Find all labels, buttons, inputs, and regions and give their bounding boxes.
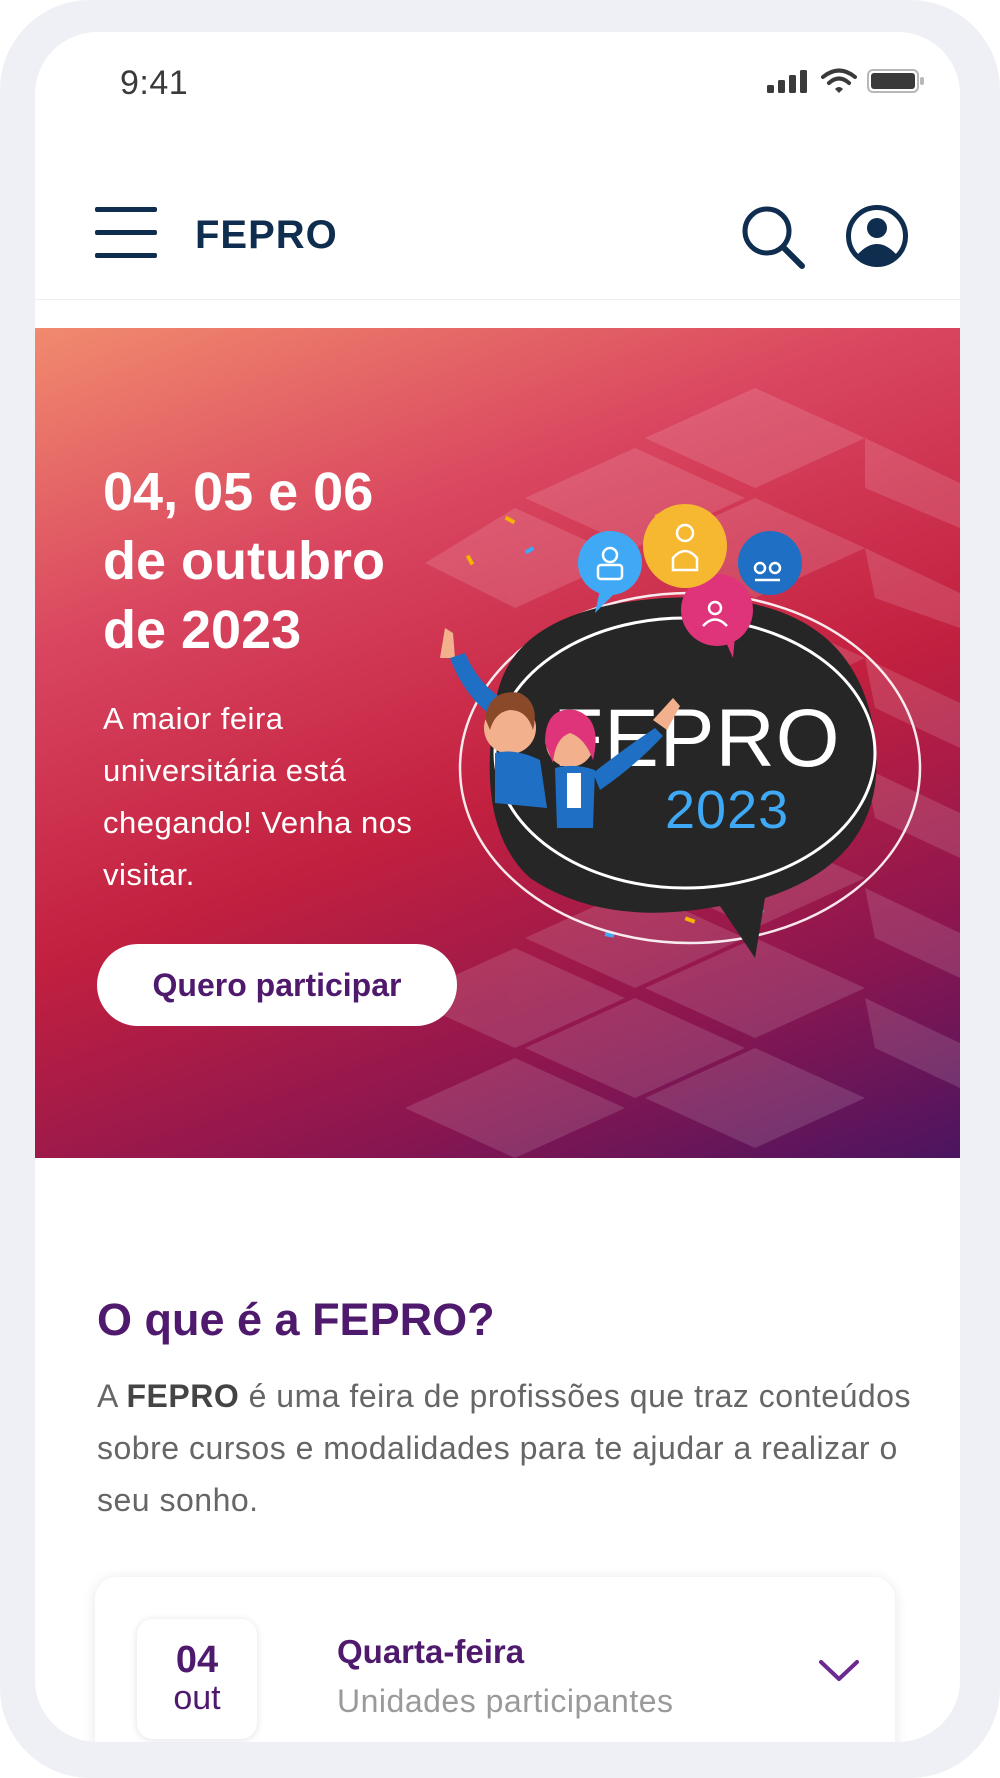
hero-description: A maior feira universitária está chegand… <box>103 701 413 892</box>
top-app-bar: FEPRO <box>35 147 960 300</box>
status-icons <box>765 68 925 94</box>
chevron-down-icon[interactable] <box>817 1657 861 1685</box>
brand-title: FEPRO <box>195 213 338 257</box>
device-frame: 9:41 FEPRO 04, 05 e 06 de outubro de 202… <box>0 0 1000 1778</box>
about-text-bold: FEPRO <box>126 1378 240 1414</box>
about-text: A FEPRO é uma feira de profissões que tr… <box>97 1378 911 1518</box>
date-badge: 04 out <box>137 1619 257 1739</box>
app-screen: 9:41 FEPRO 04, 05 e 06 de outubro de 202… <box>35 32 960 1742</box>
fepro-2023-logo: FEPRO 2023 <box>440 504 922 958</box>
battery-icon <box>867 69 924 93</box>
status-time: 9:41 <box>120 64 189 102</box>
account-icon[interactable] <box>845 204 909 268</box>
logo-text: FEPRO <box>553 693 840 784</box>
search-icon[interactable] <box>740 204 806 270</box>
date-month: out <box>173 1679 221 1717</box>
signal-icon <box>767 70 807 93</box>
menu-button[interactable] <box>95 207 159 263</box>
participate-button[interactable]: Quero participar <box>97 944 457 1026</box>
about-title: O que é a FEPRO? <box>97 1294 495 1345</box>
date-day: 04 <box>175 1639 219 1681</box>
logo-year: 2023 <box>665 780 789 840</box>
schedule-day-card[interactable]: 04 out Quarta-feira Unidades participant… <box>95 1577 895 1742</box>
wifi-icon <box>821 68 857 93</box>
hero-banner: 04, 05 e 06 de outubro de 2023 A maior f… <box>35 328 960 1158</box>
hamburger-icon <box>95 207 157 212</box>
weekday-label: Quarta-feira <box>337 1633 525 1670</box>
day-subtitle: Unidades participantes <box>337 1683 674 1719</box>
